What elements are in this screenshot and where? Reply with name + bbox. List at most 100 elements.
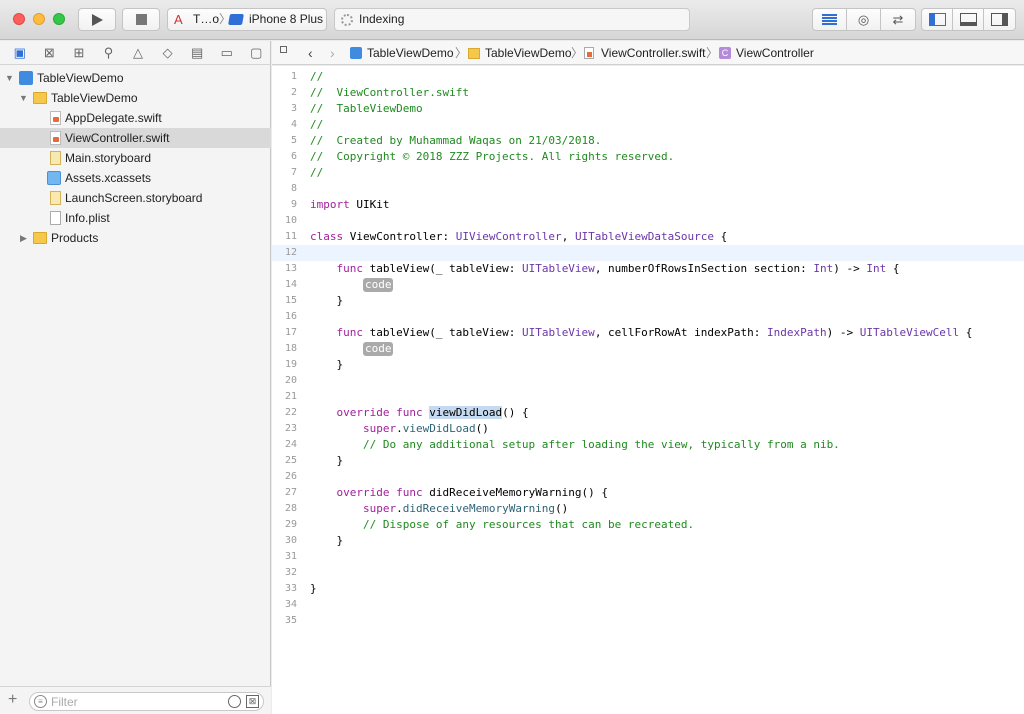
disclosure-collapsed-icon[interactable]: ▶: [20, 228, 30, 248]
code-line[interactable]: 31: [272, 549, 1024, 565]
tree-row-file[interactable]: Assets.xcassets: [0, 168, 271, 188]
code-line[interactable]: 17 func tableView(_ tableView: UITableVi…: [272, 325, 1024, 341]
device-name: iPhone 8 Plus: [249, 12, 324, 26]
device-icon: [228, 14, 244, 25]
inspector-panel-toggle[interactable]: [984, 9, 1015, 30]
code-line[interactable]: 12: [272, 245, 1024, 261]
related-items-icon[interactable]: [280, 46, 293, 59]
forward-chevron-icon[interactable]: ›: [330, 41, 335, 65]
line-number: 30: [284, 535, 297, 546]
line-number: 2: [290, 87, 297, 98]
disclosure-expanded-icon[interactable]: ▼: [19, 88, 29, 108]
breakpoint-navigator-tab[interactable]: ▭: [212, 41, 242, 65]
code-text: }: [310, 454, 344, 467]
code-line[interactable]: 34: [272, 597, 1024, 613]
tree-row-project[interactable]: ▼ TableViewDemo: [0, 68, 271, 88]
code-line[interactable]: 11 class ViewController: UIViewController…: [272, 229, 1024, 245]
code-line[interactable]: 5 // Created by Muhammad Waqas on 21/03/2…: [272, 133, 1024, 149]
code-line[interactable]: 19 }: [272, 357, 1024, 373]
code-line[interactable]: 15 }: [272, 293, 1024, 309]
search-icon: ⚲: [103, 45, 114, 60]
code-text: //: [310, 118, 324, 131]
symbol-navigator-tab[interactable]: ⊞: [64, 41, 94, 65]
code-line[interactable]: 32: [272, 565, 1024, 581]
source-control-navigator-tab[interactable]: ⊠: [35, 41, 65, 65]
code-line[interactable]: 28 super.didReceiveMemoryWarning(): [272, 501, 1024, 517]
tree-row-file[interactable]: AppDelegate.swift: [0, 108, 271, 128]
tree-row-group[interactable]: ▶ Products: [0, 228, 271, 248]
breadcrumb-label: ViewController.swift: [601, 46, 706, 60]
recent-files-icon[interactable]: [228, 695, 241, 708]
report-navigator-tab[interactable]: ▢: [242, 41, 272, 65]
add-file-button[interactable]: +: [8, 691, 17, 709]
version-editor-icon[interactable]: [881, 9, 915, 30]
line-number: 24: [284, 439, 297, 450]
code-line[interactable]: 24 // Do any additional setup after load…: [272, 437, 1024, 453]
code-line[interactable]: 20: [272, 373, 1024, 389]
code-line[interactable]: 2 // ViewController.swift: [272, 85, 1024, 101]
code-line[interactable]: 8: [272, 181, 1024, 197]
code-line[interactable]: 35: [272, 613, 1024, 629]
stop-button[interactable]: [122, 8, 160, 31]
code-line[interactable]: 25 }: [272, 453, 1024, 469]
code-line[interactable]: 9 import UIKit: [272, 197, 1024, 213]
find-navigator-tab[interactable]: ⚲: [94, 41, 124, 65]
filter-input[interactable]: ≡ Filter ⊠: [29, 692, 264, 711]
tree-row-file[interactable]: Info.plist: [0, 208, 271, 228]
tree-row-file[interactable]: LaunchScreen.storyboard: [0, 188, 271, 208]
tree-row-label: TableViewDemo: [51, 91, 138, 105]
code-line[interactable]: 23 super.viewDidLoad(): [272, 421, 1024, 437]
code-line[interactable]: 22 override func viewDidLoad() {: [272, 405, 1024, 421]
code-line[interactable]: 29 // Dispose of any resources that can …: [272, 517, 1024, 533]
navigator-panel-toggle[interactable]: [922, 9, 953, 30]
source-control-filter-icon[interactable]: ⊠: [246, 695, 259, 708]
right-panel-icon: [991, 13, 1008, 26]
tree-row-file[interactable]: Main.storyboard: [0, 148, 271, 168]
tree-row-group[interactable]: ▼ TableViewDemo: [0, 88, 271, 108]
code-text: import UIKit: [310, 198, 390, 211]
line-number: 22: [284, 407, 297, 418]
file-tree: ▼ TableViewDemo ▼ TableViewDemo AppDeleg…: [0, 68, 271, 248]
line-number: 9: [290, 199, 297, 210]
line-number: 31: [284, 551, 297, 562]
project-navigator-tab[interactable]: ▣: [5, 41, 35, 65]
close-window-button[interactable]: [13, 13, 25, 25]
scheme-selector[interactable]: A T…o 〉 iPhone 8 Plus: [167, 8, 327, 31]
code-line[interactable]: 16: [272, 309, 1024, 325]
code-line[interactable]: 27 override func didReceiveMemoryWarning…: [272, 485, 1024, 501]
assistant-editor-icon[interactable]: [847, 9, 881, 30]
code-line[interactable]: 14 code: [272, 277, 1024, 293]
code-line[interactable]: 18 code: [272, 341, 1024, 357]
zoom-window-button[interactable]: [53, 13, 65, 25]
code-line[interactable]: 7 //: [272, 165, 1024, 181]
back-chevron-icon[interactable]: ‹: [308, 41, 313, 65]
line-number: 26: [284, 471, 297, 482]
code-line[interactable]: 13 func tableView(_ tableView: UITableVi…: [272, 261, 1024, 277]
window-toolbar: A T…o 〉 iPhone 8 Plus Indexing: [0, 0, 1024, 40]
run-button[interactable]: [78, 8, 116, 31]
minimize-window-button[interactable]: [33, 13, 45, 25]
line-number: 23: [284, 423, 297, 434]
code-line[interactable]: 30 }: [272, 533, 1024, 549]
tree-row-label: Info.plist: [65, 211, 110, 225]
standard-editor-icon[interactable]: [813, 9, 847, 30]
debug-panel-toggle[interactable]: [953, 9, 984, 30]
storyboard-icon: [50, 191, 61, 205]
activity-status: Indexing: [359, 12, 405, 26]
disclosure-expanded-icon[interactable]: ▼: [5, 68, 15, 88]
code-line[interactable]: 21: [272, 389, 1024, 405]
tree-row-label: Products: [51, 231, 99, 245]
code-line[interactable]: 3 // TableViewDemo: [272, 101, 1024, 117]
code-line[interactable]: 6 // Copyright © 2018 ZZZ Projects. All r…: [272, 149, 1024, 165]
issue-navigator-tab[interactable]: △: [123, 41, 153, 65]
code-line[interactable]: 10: [272, 213, 1024, 229]
code-line[interactable]: 1 //: [272, 69, 1024, 85]
test-navigator-tab[interactable]: ◇: [153, 41, 183, 65]
source-editor[interactable]: 1 // 2 // ViewController.swift 3 // TableView…: [272, 66, 1024, 714]
code-line[interactable]: 26: [272, 469, 1024, 485]
code-text: // ViewController.swift: [310, 86, 469, 99]
code-line[interactable]: 4 //: [272, 117, 1024, 133]
debug-navigator-tab[interactable]: ▤: [182, 41, 212, 65]
code-line[interactable]: 33}: [272, 581, 1024, 597]
tree-row-file-selected[interactable]: ViewController.swift: [0, 128, 271, 148]
